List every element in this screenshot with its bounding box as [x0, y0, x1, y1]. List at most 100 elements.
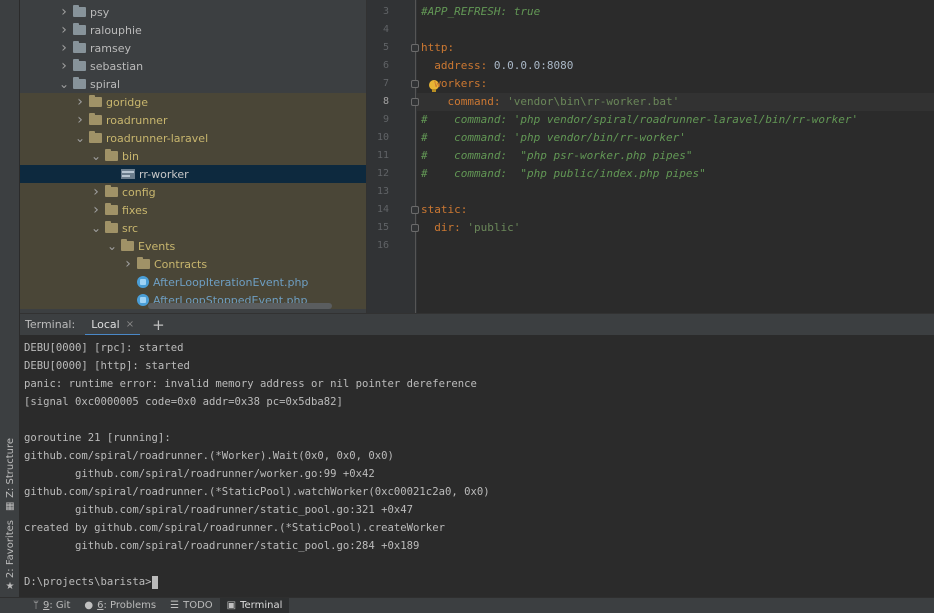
code-token: #APP_REFRESH: true: [421, 5, 541, 18]
chevron-down-icon[interactable]: ⌄: [90, 221, 102, 235]
chevron-right-icon[interactable]: ›: [90, 184, 102, 200]
left-tool-strip: Z: Structure ▦ 2: Favorites ★: [0, 0, 20, 597]
code-editor[interactable]: 3 #APP_REFRESH: true 4 5 http: 6 address: 0.0…: [366, 0, 934, 313]
code-token: 'public': [467, 221, 521, 234]
tree-item[interactable]: ⌄ spiral: [20, 75, 366, 93]
chevron-right-icon[interactable]: ›: [58, 22, 70, 38]
chevron-right-icon[interactable]: ›: [74, 112, 86, 128]
folder-icon: [89, 95, 102, 107]
git-tool-tab[interactable]: ᛘ 9: Git: [26, 598, 77, 613]
folder-icon: [89, 131, 102, 143]
terminal-output[interactable]: DEBU[0000] [rpc]: started DEBU[0000] [htt…: [20, 335, 934, 597]
fold-marker-icon[interactable]: [411, 206, 419, 214]
git-tab-label: : Git: [49, 600, 71, 611]
chevron-down-icon[interactable]: ⌄: [58, 77, 70, 91]
code-line[interactable]: dir: 'public': [421, 219, 520, 237]
todo-tool-tab[interactable]: ☰ TODO: [163, 598, 220, 613]
terminal-line: github.com/spiral/roadrunner/worker.go:9…: [24, 468, 375, 480]
code-line[interactable]: static:: [421, 201, 467, 219]
chevron-down-icon[interactable]: ⌄: [74, 131, 86, 145]
terminal-line: created by github.com/spiral/roadrunner.…: [24, 522, 445, 534]
code-line[interactable]: http:: [421, 39, 454, 57]
tree-item[interactable]: AfterLoopIterationEvent.php: [20, 273, 366, 291]
star-icon: ★: [5, 581, 15, 593]
line-number: 6: [382, 60, 389, 71]
chevron-right-icon[interactable]: ›: [74, 94, 86, 110]
chevron-right-icon[interactable]: ›: [58, 4, 70, 20]
code-token: dir:: [421, 221, 468, 234]
tree-item[interactable]: › Contracts: [20, 255, 366, 273]
terminal-tab-label-bottom: Terminal: [240, 600, 283, 611]
fold-marker-icon[interactable]: [411, 98, 419, 106]
code-line[interactable]: workers:: [421, 75, 487, 93]
terminal-tab-local[interactable]: Local ×: [85, 315, 141, 337]
code-line[interactable]: # command: 'php vendor/bin/rr-worker': [421, 129, 686, 147]
chevron-right-icon[interactable]: ›: [58, 40, 70, 56]
fold-marker-icon[interactable]: [411, 44, 419, 52]
line-number: 15: [376, 222, 389, 233]
terminal-prompt: D:\projects\barista>: [24, 576, 152, 588]
terminal-tab-label: Local: [91, 317, 120, 331]
problems-tool-tab[interactable]: ● 6: Problems: [77, 598, 163, 613]
favorites-tool-tab[interactable]: 2: Favorites ★: [2, 520, 18, 592]
terminal-tool-tab[interactable]: ▣ Terminal: [219, 597, 290, 613]
chevron-right-icon[interactable]: ›: [90, 202, 102, 218]
tree-item-label: Events: [138, 239, 176, 253]
add-icon[interactable]: +: [152, 316, 165, 334]
line-number: 11: [376, 150, 389, 161]
terminal-prompt-line[interactable]: D:\projects\barista>: [24, 573, 934, 591]
tree-horizontal-scrollbar[interactable]: [148, 303, 332, 309]
tree-item[interactable]: › fixes: [20, 201, 366, 219]
structure-tool-tab[interactable]: Z: Structure ▦: [2, 438, 18, 512]
tree-item-label: Contracts: [154, 257, 208, 271]
tree-item[interactable]: › ramsey: [20, 39, 366, 57]
folder-icon: [73, 77, 86, 89]
tree-item[interactable]: › config: [20, 183, 366, 201]
tree-item[interactable]: › psy: [20, 3, 366, 21]
tree-item-label: roadrunner-laravel: [106, 131, 209, 145]
folder-icon: [137, 257, 150, 269]
terminal-title: Terminal:: [25, 318, 76, 331]
tree-item[interactable]: › roadrunner: [20, 111, 366, 129]
code-line[interactable]: # command: "php public/index.php pipes": [421, 165, 706, 183]
folder-icon: [105, 203, 118, 215]
tree-item[interactable]: › sebastian: [20, 57, 366, 75]
terminal-line: github.com/spiral/roadrunner.(*Worker).W…: [24, 450, 394, 462]
chevron-down-icon[interactable]: ⌄: [90, 149, 102, 163]
tree-item[interactable]: › ralouphie: [20, 21, 366, 39]
terminal-line: panic: runtime error: invalid memory add…: [24, 378, 477, 390]
code-line[interactable]: # command: 'php vendor/spiral/roadrunner…: [421, 111, 858, 129]
terminal-line: github.com/spiral/roadrunner/static_pool…: [24, 540, 420, 552]
git-branch-icon: ᛘ: [33, 600, 39, 611]
tree-item[interactable]: ⌄ Events: [20, 237, 366, 255]
code-line[interactable]: command: 'vendor\bin\rr-worker.bat': [417, 93, 934, 111]
code-line[interactable]: address: 0.0.0.0:8080: [421, 57, 573, 75]
code-token: # command: 'php vendor/spiral/roadrunner…: [421, 113, 859, 126]
terminal-icon: ▣: [226, 600, 237, 611]
close-icon[interactable]: ×: [126, 319, 134, 330]
fold-marker-icon[interactable]: [411, 80, 419, 88]
terminal-line: DEBU[0000] [http]: started: [24, 360, 190, 372]
todo-tab-label: TODO: [183, 600, 213, 611]
fold-marker-icon[interactable]: [411, 224, 419, 232]
code-line[interactable]: # command: "php psr-worker.php pipes": [421, 147, 693, 165]
folder-icon: [73, 23, 86, 35]
tree-item[interactable]: › goridge: [20, 93, 366, 111]
chevron-down-icon[interactable]: ⌄: [106, 239, 118, 253]
code-token: static:: [421, 203, 468, 216]
tree-item[interactable]: ⌄ roadrunner-laravel: [20, 129, 366, 147]
tree-item[interactable]: ⌄ bin: [20, 147, 366, 165]
code-token: workers:: [421, 77, 488, 90]
tree-item[interactable]: rr-worker: [20, 165, 366, 183]
code-token: # command: "php public/index.php pipes": [421, 167, 706, 180]
code-token: # command: 'php vendor/bin/rr-worker': [421, 131, 686, 144]
chevron-right-icon[interactable]: ›: [58, 58, 70, 74]
code-line[interactable]: #APP_REFRESH: true: [421, 3, 540, 21]
code-token: command:: [421, 95, 508, 108]
tree-item[interactable]: ⌄ src: [20, 219, 366, 237]
folder-icon: [105, 221, 118, 233]
problems-tab-label: : Problems: [103, 600, 157, 611]
code-token: 'vendor\bin\rr-worker.bat': [507, 95, 680, 108]
chevron-right-icon[interactable]: ›: [122, 256, 134, 272]
